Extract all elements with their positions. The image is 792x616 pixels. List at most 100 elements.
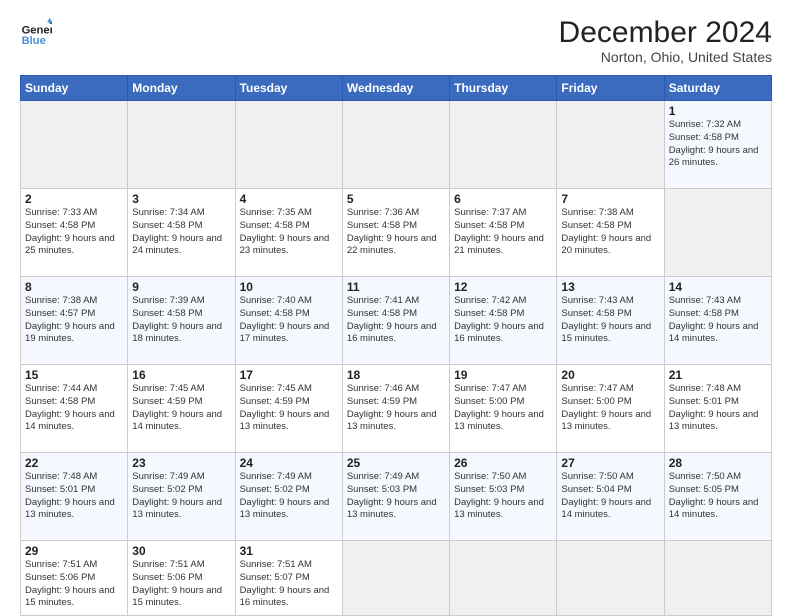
- day-detail: Sunrise: 7:47 AMSunset: 5:00 PMDaylight:…: [454, 383, 552, 434]
- header-day-friday: Friday: [557, 76, 664, 101]
- day-number: 25: [347, 456, 445, 470]
- calendar-cell: [342, 101, 449, 189]
- day-number: 23: [132, 456, 230, 470]
- calendar-week-0: 1Sunrise: 7:32 AMSunset: 4:58 PMDaylight…: [21, 101, 772, 189]
- calendar-week-3: 15Sunrise: 7:44 AMSunset: 4:58 PMDayligh…: [21, 365, 772, 453]
- day-number: 6: [454, 192, 552, 206]
- calendar-cell: [557, 541, 664, 616]
- calendar-cell: 13Sunrise: 7:43 AMSunset: 4:58 PMDayligh…: [557, 277, 664, 365]
- day-number: 8: [25, 280, 123, 294]
- day-number: 15: [25, 368, 123, 382]
- page-subtitle: Norton, Ohio, United States: [559, 49, 772, 65]
- day-number: 9: [132, 280, 230, 294]
- header-row: SundayMondayTuesdayWednesdayThursdayFrid…: [21, 76, 772, 101]
- day-number: 24: [240, 456, 338, 470]
- calendar-cell: [450, 541, 557, 616]
- calendar-cell: 11Sunrise: 7:41 AMSunset: 4:58 PMDayligh…: [342, 277, 449, 365]
- day-detail: Sunrise: 7:49 AMSunset: 5:03 PMDaylight:…: [347, 471, 445, 522]
- day-detail: Sunrise: 7:35 AMSunset: 4:58 PMDaylight:…: [240, 207, 338, 258]
- calendar-cell: 24Sunrise: 7:49 AMSunset: 5:02 PMDayligh…: [235, 453, 342, 541]
- day-number: 28: [669, 456, 767, 470]
- calendar-cell: [21, 101, 128, 189]
- day-detail: Sunrise: 7:49 AMSunset: 5:02 PMDaylight:…: [240, 471, 338, 522]
- calendar-cell: 14Sunrise: 7:43 AMSunset: 4:58 PMDayligh…: [664, 277, 771, 365]
- day-number: 16: [132, 368, 230, 382]
- calendar-cell: 18Sunrise: 7:46 AMSunset: 4:59 PMDayligh…: [342, 365, 449, 453]
- calendar-cell: [664, 189, 771, 277]
- day-number: 31: [240, 544, 338, 558]
- calendar-cell: [450, 101, 557, 189]
- day-detail: Sunrise: 7:51 AMSunset: 5:06 PMDaylight:…: [25, 559, 123, 610]
- header: General Blue December 2024 Norton, Ohio,…: [20, 16, 772, 65]
- calendar-body: 1Sunrise: 7:32 AMSunset: 4:58 PMDaylight…: [21, 101, 772, 616]
- calendar-cell: 29Sunrise: 7:51 AMSunset: 5:06 PMDayligh…: [21, 541, 128, 616]
- calendar-week-4: 22Sunrise: 7:48 AMSunset: 5:01 PMDayligh…: [21, 453, 772, 541]
- logo-icon: General Blue: [20, 16, 52, 48]
- day-number: 12: [454, 280, 552, 294]
- header-day-thursday: Thursday: [450, 76, 557, 101]
- title-block: December 2024 Norton, Ohio, United State…: [559, 16, 772, 65]
- day-detail: Sunrise: 7:37 AMSunset: 4:58 PMDaylight:…: [454, 207, 552, 258]
- calendar-cell: 31Sunrise: 7:51 AMSunset: 5:07 PMDayligh…: [235, 541, 342, 616]
- day-detail: Sunrise: 7:48 AMSunset: 5:01 PMDaylight:…: [669, 383, 767, 434]
- calendar-cell: 30Sunrise: 7:51 AMSunset: 5:06 PMDayligh…: [128, 541, 235, 616]
- calendar-week-2: 8Sunrise: 7:38 AMSunset: 4:57 PMDaylight…: [21, 277, 772, 365]
- day-detail: Sunrise: 7:42 AMSunset: 4:58 PMDaylight:…: [454, 295, 552, 346]
- day-detail: Sunrise: 7:32 AMSunset: 4:58 PMDaylight:…: [669, 119, 767, 170]
- calendar-cell: [128, 101, 235, 189]
- day-detail: Sunrise: 7:34 AMSunset: 4:58 PMDaylight:…: [132, 207, 230, 258]
- day-detail: Sunrise: 7:36 AMSunset: 4:58 PMDaylight:…: [347, 207, 445, 258]
- calendar-cell: 1Sunrise: 7:32 AMSunset: 4:58 PMDaylight…: [664, 101, 771, 189]
- day-number: 4: [240, 192, 338, 206]
- day-number: 1: [669, 104, 767, 118]
- day-detail: Sunrise: 7:39 AMSunset: 4:58 PMDaylight:…: [132, 295, 230, 346]
- calendar-cell: 6Sunrise: 7:37 AMSunset: 4:58 PMDaylight…: [450, 189, 557, 277]
- calendar-table: SundayMondayTuesdayWednesdayThursdayFrid…: [20, 75, 772, 616]
- calendar-cell: 3Sunrise: 7:34 AMSunset: 4:58 PMDaylight…: [128, 189, 235, 277]
- header-day-wednesday: Wednesday: [342, 76, 449, 101]
- calendar-cell: 23Sunrise: 7:49 AMSunset: 5:02 PMDayligh…: [128, 453, 235, 541]
- calendar-cell: 4Sunrise: 7:35 AMSunset: 4:58 PMDaylight…: [235, 189, 342, 277]
- day-number: 20: [561, 368, 659, 382]
- day-detail: Sunrise: 7:45 AMSunset: 4:59 PMDaylight:…: [132, 383, 230, 434]
- calendar-cell: 5Sunrise: 7:36 AMSunset: 4:58 PMDaylight…: [342, 189, 449, 277]
- day-number: 14: [669, 280, 767, 294]
- day-detail: Sunrise: 7:47 AMSunset: 5:00 PMDaylight:…: [561, 383, 659, 434]
- day-detail: Sunrise: 7:46 AMSunset: 4:59 PMDaylight:…: [347, 383, 445, 434]
- calendar-cell: [235, 101, 342, 189]
- calendar-cell: 17Sunrise: 7:45 AMSunset: 4:59 PMDayligh…: [235, 365, 342, 453]
- calendar-header: SundayMondayTuesdayWednesdayThursdayFrid…: [21, 76, 772, 101]
- calendar-cell: 9Sunrise: 7:39 AMSunset: 4:58 PMDaylight…: [128, 277, 235, 365]
- day-number: 21: [669, 368, 767, 382]
- svg-text:Blue: Blue: [22, 35, 46, 47]
- calendar-cell: 10Sunrise: 7:40 AMSunset: 4:58 PMDayligh…: [235, 277, 342, 365]
- day-number: 30: [132, 544, 230, 558]
- day-detail: Sunrise: 7:51 AMSunset: 5:07 PMDaylight:…: [240, 559, 338, 610]
- day-detail: Sunrise: 7:43 AMSunset: 4:58 PMDaylight:…: [669, 295, 767, 346]
- calendar-cell: 2Sunrise: 7:33 AMSunset: 4:58 PMDaylight…: [21, 189, 128, 277]
- day-number: 11: [347, 280, 445, 294]
- calendar-cell: 25Sunrise: 7:49 AMSunset: 5:03 PMDayligh…: [342, 453, 449, 541]
- day-detail: Sunrise: 7:43 AMSunset: 4:58 PMDaylight:…: [561, 295, 659, 346]
- day-number: 7: [561, 192, 659, 206]
- day-detail: Sunrise: 7:38 AMSunset: 4:58 PMDaylight:…: [561, 207, 659, 258]
- calendar-cell: [557, 101, 664, 189]
- header-day-monday: Monday: [128, 76, 235, 101]
- day-detail: Sunrise: 7:38 AMSunset: 4:57 PMDaylight:…: [25, 295, 123, 346]
- header-day-tuesday: Tuesday: [235, 76, 342, 101]
- day-detail: Sunrise: 7:50 AMSunset: 5:03 PMDaylight:…: [454, 471, 552, 522]
- day-detail: Sunrise: 7:41 AMSunset: 4:58 PMDaylight:…: [347, 295, 445, 346]
- day-number: 27: [561, 456, 659, 470]
- calendar-cell: 20Sunrise: 7:47 AMSunset: 5:00 PMDayligh…: [557, 365, 664, 453]
- calendar-cell: 16Sunrise: 7:45 AMSunset: 4:59 PMDayligh…: [128, 365, 235, 453]
- calendar-cell: [664, 541, 771, 616]
- header-day-saturday: Saturday: [664, 76, 771, 101]
- calendar-week-1: 2Sunrise: 7:33 AMSunset: 4:58 PMDaylight…: [21, 189, 772, 277]
- page: General Blue December 2024 Norton, Ohio,…: [0, 0, 792, 612]
- calendar-cell: 15Sunrise: 7:44 AMSunset: 4:58 PMDayligh…: [21, 365, 128, 453]
- logo: General Blue: [20, 16, 52, 48]
- day-number: 22: [25, 456, 123, 470]
- day-number: 29: [25, 544, 123, 558]
- day-number: 5: [347, 192, 445, 206]
- calendar-week-5: 29Sunrise: 7:51 AMSunset: 5:06 PMDayligh…: [21, 541, 772, 616]
